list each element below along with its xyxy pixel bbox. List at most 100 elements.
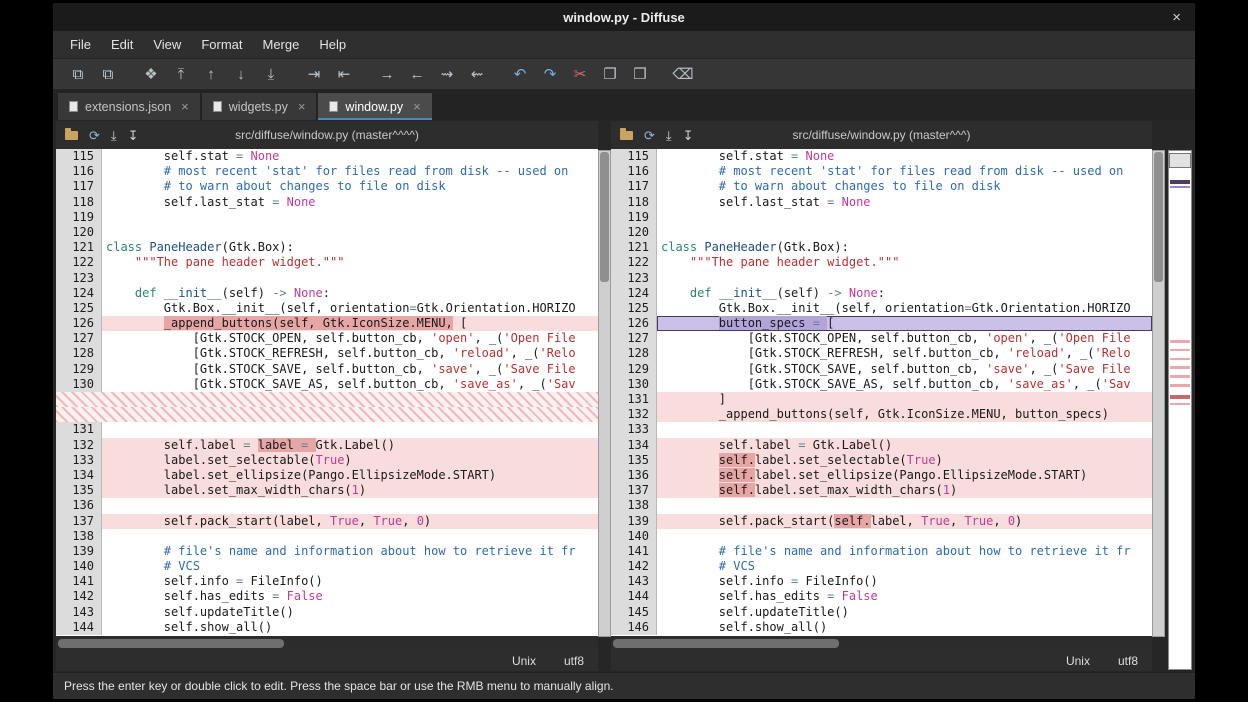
code-line-117[interactable]: 117 # to warn about changes to file on d… xyxy=(56,179,598,194)
code-line-121[interactable]: 121class PaneHeader(Gtk.Box): xyxy=(56,240,598,255)
code-line-129[interactable]: 129 [Gtk.STOCK_SAVE, self.button_cb, 'sa… xyxy=(611,362,1152,377)
overview-viewport[interactable] xyxy=(1169,153,1191,168)
new-3way-file-merge-button[interactable]: ⧉ xyxy=(93,62,123,86)
code-line-141[interactable]: 141 # file's name and information about … xyxy=(611,544,1152,559)
code-line-127[interactable]: 127 [Gtk.STOCK_OPEN, self.button_cb, 'op… xyxy=(56,331,598,346)
tab-close-button[interactable]: × xyxy=(413,99,421,114)
code-line-138[interactable]: 138 xyxy=(56,529,598,544)
code-line-123[interactable]: 123 xyxy=(611,271,1152,286)
code-line-134[interactable]: 134 label.set_ellipsize(Pango.EllipsizeM… xyxy=(56,468,598,483)
merge-from-right-then-left-button[interactable]: ⇜ xyxy=(462,62,492,86)
overview-diff-mark[interactable] xyxy=(1170,384,1190,387)
overview-diff-mark[interactable] xyxy=(1170,180,1190,184)
overview-diff-mark[interactable] xyxy=(1170,395,1190,399)
diff-overview-map[interactable] xyxy=(1168,150,1192,670)
code-line-123[interactable]: 123 xyxy=(56,271,598,286)
realign-all-button[interactable]: ❖ xyxy=(136,62,166,86)
diff-gap-row[interactable] xyxy=(56,392,598,407)
clear-edits-button[interactable]: ⌫ xyxy=(668,62,698,86)
code-line-115[interactable]: 115 self.stat = None xyxy=(611,149,1152,164)
paste-button[interactable]: ❒ xyxy=(625,62,655,86)
code-line-115[interactable]: 115 self.stat = None xyxy=(56,149,598,164)
code-line-124[interactable]: 124 def __init__(self) -> None: xyxy=(56,286,598,301)
code-line-129[interactable]: 129 [Gtk.STOCK_SAVE, self.button_cb, 'sa… xyxy=(56,362,598,377)
last-difference-button[interactable]: ⤓ xyxy=(256,62,286,86)
code-line-144[interactable]: 144 self.has_edits = False xyxy=(611,589,1152,604)
window-close-button[interactable]: × xyxy=(1172,9,1181,26)
right-vertical-scrollbar-thumb[interactable] xyxy=(1154,152,1163,282)
code-line-139[interactable]: 139 # file's name and information about … xyxy=(56,544,598,559)
overview-diff-mark[interactable] xyxy=(1170,403,1190,406)
copy-button[interactable]: ❐ xyxy=(595,62,625,86)
copy-selection-right-button[interactable]: ⇥ xyxy=(299,62,329,86)
save-file-icon[interactable]: ⤓ xyxy=(111,129,117,142)
code-line-146[interactable]: 146 self.show_all() xyxy=(611,620,1152,635)
code-line-134[interactable]: 134 self.label = Gtk.Label() xyxy=(611,438,1152,453)
merge-from-left-then-right-button[interactable]: ⇝ xyxy=(432,62,462,86)
right-vertical-scrollbar[interactable] xyxy=(1152,150,1165,637)
code-line-125[interactable]: 125 Gtk.Box.__init__(self, orientation=G… xyxy=(611,301,1152,316)
code-line-143[interactable]: 143 self.updateTitle() xyxy=(56,605,598,620)
code-line-136[interactable]: 136 xyxy=(56,498,598,513)
code-line-119[interactable]: 119 xyxy=(611,210,1152,225)
code-line-117[interactable]: 117 # to warn about changes to file on d… xyxy=(611,179,1152,194)
tab-close-button[interactable]: × xyxy=(181,99,189,114)
left-vertical-scrollbar-thumb[interactable] xyxy=(600,152,609,282)
code-line-127[interactable]: 127 [Gtk.STOCK_OPEN, self.button_cb, 'op… xyxy=(611,331,1152,346)
code-line-118[interactable]: 118 self.last_stat = None xyxy=(56,195,598,210)
code-line-128[interactable]: 128 [Gtk.STOCK_REFRESH, self.button_cb, … xyxy=(611,346,1152,361)
code-line-137[interactable]: 137 self.label.set_max_width_chars(1) xyxy=(611,483,1152,498)
code-line-130[interactable]: 130 [Gtk.STOCK_SAVE_AS, self.button_cb, … xyxy=(611,377,1152,392)
code-line-126[interactable]: 126 button_specs = [ xyxy=(611,316,1152,331)
code-line-140[interactable]: 140 xyxy=(611,529,1152,544)
save-file-icon[interactable]: ⤓ xyxy=(666,129,672,142)
code-line-120[interactable]: 120 xyxy=(611,225,1152,240)
diff-gap-row[interactable] xyxy=(56,407,598,422)
code-line-135[interactable]: 135 label.set_max_width_chars(1) xyxy=(56,483,598,498)
overview-diff-mark[interactable] xyxy=(1170,186,1190,189)
tab-extensions-json[interactable]: extensions.json× xyxy=(58,93,200,120)
menu-help[interactable]: Help xyxy=(310,33,355,56)
code-line-130[interactable]: 130 [Gtk.STOCK_SAVE_AS, self.button_cb, … xyxy=(56,377,598,392)
code-line-141[interactable]: 141 self.info = FileInfo() xyxy=(56,574,598,589)
code-line-132[interactable]: 132 _append_buttons(self, Gtk.IconSize.M… xyxy=(611,407,1152,422)
tab-window-py[interactable]: window.py× xyxy=(318,93,431,120)
code-line-135[interactable]: 135 self.label.set_selectable(True) xyxy=(611,453,1152,468)
right-code-editor[interactable]: 115 self.stat = None116 # most recent 's… xyxy=(611,149,1152,636)
code-line-131[interactable]: 131 ] xyxy=(611,392,1152,407)
code-line-136[interactable]: 136 self.label.set_ellipsize(Pango.Ellip… xyxy=(611,468,1152,483)
code-line-126[interactable]: 126 _append_buttons(self, Gtk.IconSize.M… xyxy=(56,316,598,331)
new-2way-file-merge-button[interactable]: ⧉ xyxy=(63,62,93,86)
reload-file-icon[interactable]: ⟳ xyxy=(89,129,100,142)
overview-diff-mark[interactable] xyxy=(1170,340,1190,343)
cut-button[interactable]: ✂ xyxy=(565,62,595,86)
code-line-119[interactable]: 119 xyxy=(56,210,598,225)
tab-widgets-py[interactable]: widgets.py× xyxy=(202,93,317,120)
menu-edit[interactable]: Edit xyxy=(102,33,142,56)
code-line-142[interactable]: 142 self.has_edits = False xyxy=(56,589,598,604)
code-line-120[interactable]: 120 xyxy=(56,225,598,240)
code-line-138[interactable]: 138 xyxy=(611,498,1152,513)
code-line-139[interactable]: 139 self.pack_start(self.label, True, Tr… xyxy=(611,514,1152,529)
code-line-128[interactable]: 128 [Gtk.STOCK_REFRESH, self.button_cb, … xyxy=(56,346,598,361)
code-line-133[interactable]: 133 xyxy=(611,422,1152,437)
right-horizontal-scrollbar[interactable] xyxy=(611,636,1152,650)
code-line-143[interactable]: 143 self.info = FileInfo() xyxy=(611,574,1152,589)
previous-difference-button[interactable]: ↑ xyxy=(196,62,226,86)
left-vertical-scrollbar[interactable] xyxy=(598,150,611,637)
overview-diff-mark[interactable] xyxy=(1170,358,1190,361)
next-difference-button[interactable]: ↓ xyxy=(226,62,256,86)
overview-diff-mark[interactable] xyxy=(1170,375,1190,378)
undo-button[interactable]: ↶ xyxy=(505,62,535,86)
code-line-121[interactable]: 121class PaneHeader(Gtk.Box): xyxy=(611,240,1152,255)
code-line-116[interactable]: 116 # most recent 'stat' for files read … xyxy=(611,164,1152,179)
tab-close-button[interactable]: × xyxy=(298,99,306,114)
copy-selection-left-button[interactable]: ⇤ xyxy=(329,62,359,86)
code-line-133[interactable]: 133 label.set_selectable(True) xyxy=(56,453,598,468)
open-file-icon[interactable] xyxy=(65,131,78,140)
copy-left-into-selection-button[interactable]: → xyxy=(372,62,402,86)
overview-diff-mark[interactable] xyxy=(1170,349,1190,352)
code-line-116[interactable]: 116 # most recent 'stat' for files read … xyxy=(56,164,598,179)
code-line-118[interactable]: 118 self.last_stat = None xyxy=(611,195,1152,210)
left-horizontal-scrollbar-thumb[interactable] xyxy=(58,639,284,648)
